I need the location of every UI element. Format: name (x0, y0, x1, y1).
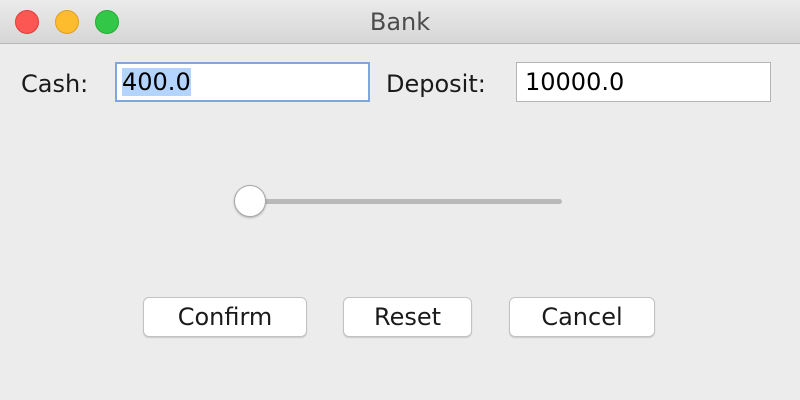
deposit-field[interactable]: 10000.0 (516, 62, 771, 102)
cancel-button[interactable]: Cancel (509, 297, 655, 337)
confirm-button[interactable]: Confirm (143, 297, 307, 337)
deposit-label: Deposit: (386, 70, 486, 98)
cash-value: 400.0 (122, 68, 191, 96)
cash-label: Cash: (21, 70, 89, 98)
slider-track[interactable] (250, 199, 562, 204)
deposit-value: 10000.0 (525, 68, 625, 96)
title-bar[interactable]: Bank (0, 0, 800, 44)
slider-thumb[interactable] (234, 185, 266, 217)
reset-button[interactable]: Reset (343, 297, 472, 337)
bank-window: Bank Cash: 400.0 Deposit: 10000.0 Confir… (0, 0, 800, 400)
window-title: Bank (369, 8, 431, 36)
cash-field[interactable]: 400.0 (115, 62, 370, 102)
